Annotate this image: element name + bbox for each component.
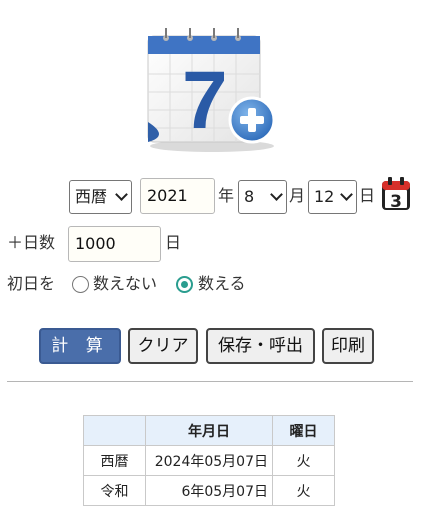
chevron-down-icon — [270, 188, 283, 201]
radio-include-first-day[interactable]: 数える — [175, 274, 255, 296]
radio-exclude-first-day[interactable]: 数えない — [71, 274, 167, 296]
row-era: 西暦 — [83, 445, 146, 476]
print-button[interactable]: 印刷 — [322, 328, 374, 364]
radio-button[interactable] — [72, 276, 89, 293]
table-header-weekday: 曜日 — [272, 415, 335, 446]
row-date: 2024年05月07日 — [145, 445, 273, 476]
chevron-down-icon — [340, 188, 353, 201]
table-row: 令和 6年05月07日 火 — [83, 475, 335, 506]
radio-label: 数える — [198, 274, 246, 293]
table-header-date: 年月日 — [145, 415, 273, 446]
first-day-label: 初日を — [7, 274, 56, 293]
app-logo: 7 — [140, 24, 280, 154]
month-suffix: 月 — [289, 186, 306, 205]
radio-label: 数えない — [93, 274, 158, 293]
calendar-icon-day: 3 — [390, 192, 402, 211]
result-table: 年月日 曜日 西暦 2024年05月07日 火 令和 6年05月07日 火 — [83, 415, 335, 506]
day-suffix: 日 — [359, 186, 376, 205]
era-select[interactable]: 西暦 — [69, 180, 132, 214]
day-select[interactable]: 12 — [308, 180, 357, 214]
year-input[interactable]: 2021 — [140, 178, 215, 214]
add-days-value: 1000 — [75, 234, 116, 253]
month-select[interactable]: 8 — [238, 180, 287, 214]
row-date: 6年05月07日 — [145, 475, 273, 506]
table-row: 西暦 2024年05月07日 火 — [83, 445, 335, 476]
divider — [7, 381, 413, 382]
chevron-down-icon — [115, 188, 128, 201]
add-days-label: ＋日数 — [7, 233, 56, 252]
add-days-suffix: 日 — [165, 233, 182, 252]
logo-digit: 7 — [182, 55, 228, 146]
row-era: 令和 — [83, 475, 146, 506]
day-select-value: 12 — [314, 187, 335, 206]
row-weekday: 火 — [272, 445, 335, 476]
add-days-input[interactable]: 1000 — [68, 226, 161, 262]
row-weekday: 火 — [272, 475, 335, 506]
save-load-button[interactable]: 保存・呼出 — [206, 328, 315, 364]
calculate-button[interactable]: 計 算 — [39, 328, 121, 364]
clear-button[interactable]: クリア — [128, 328, 198, 364]
year-suffix: 年 — [218, 186, 235, 205]
month-select-value: 8 — [244, 187, 255, 206]
calendar-picker-icon[interactable]: 3 — [381, 177, 411, 212]
table-header-row: 年月日 曜日 — [83, 415, 335, 446]
table-header-era — [83, 415, 146, 446]
year-input-value: 2021 — [147, 186, 188, 205]
era-select-value: 西暦 — [75, 187, 108, 206]
radio-button[interactable] — [176, 276, 193, 293]
